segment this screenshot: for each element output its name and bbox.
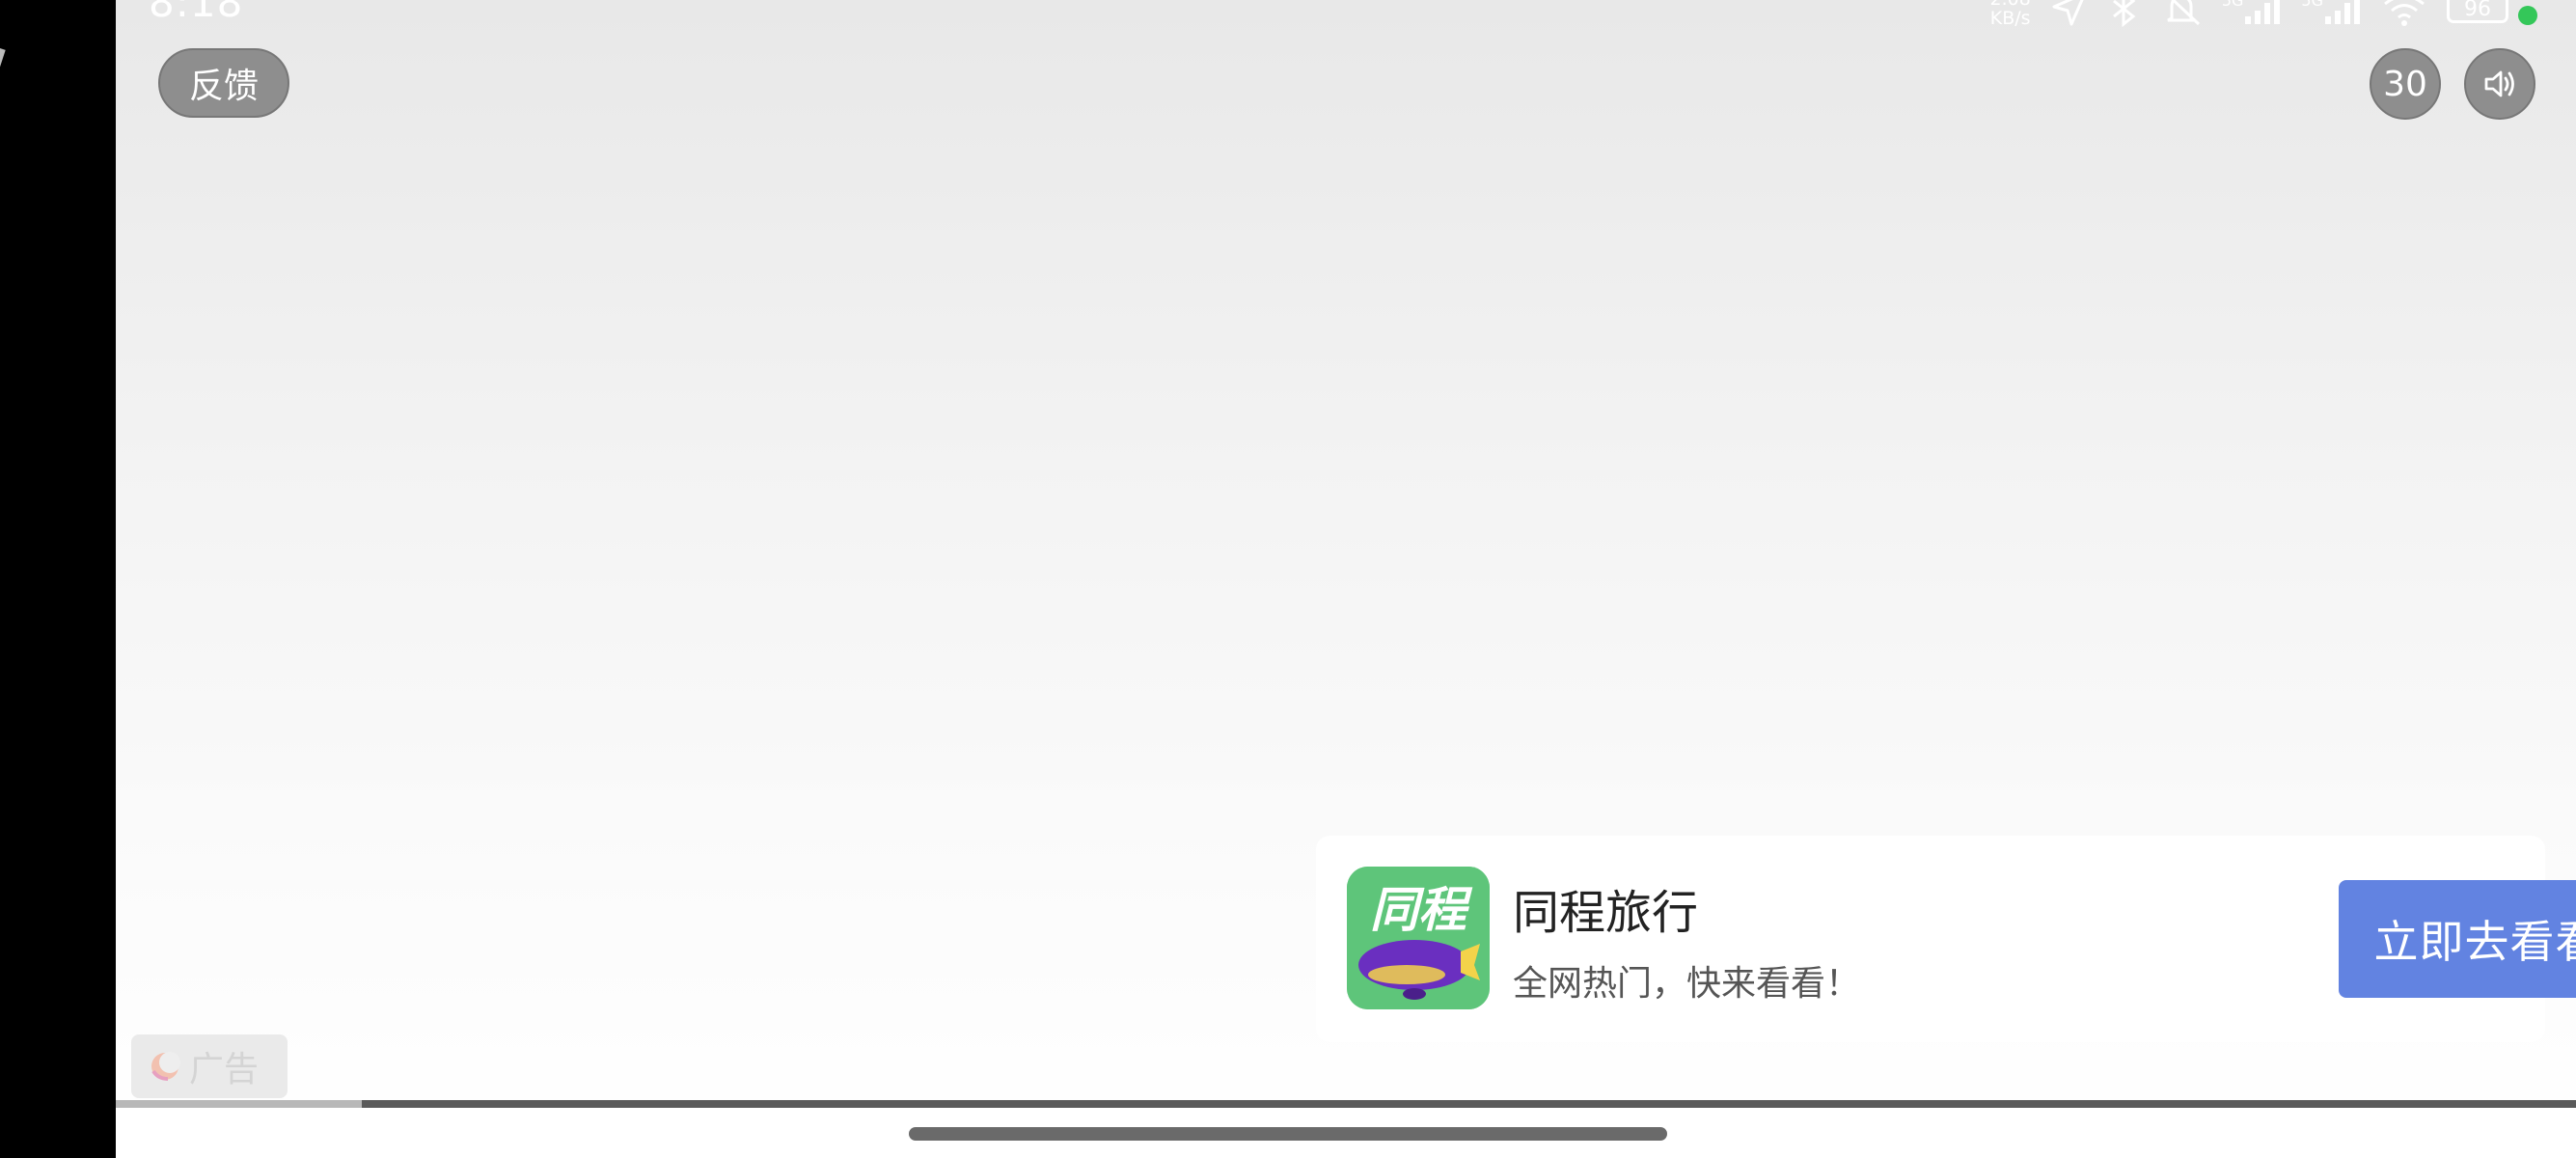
feedback-button[interactable]: 反馈 — [158, 48, 289, 118]
ad-card[interactable]: 同程 同程旅行 全网热门，快来看看！ 立即去看看 — [1316, 836, 2576, 1042]
ad-logo-icon — [149, 1050, 181, 1083]
network-speed-unit: KB/s — [1989, 8, 2031, 29]
location-icon — [2050, 0, 2089, 28]
network-speed: 2.08 KB/s — [1990, 0, 2031, 28]
status-time: 8:18 — [149, 0, 244, 26]
wifi-icon — [2381, 0, 2427, 27]
privacy-indicator-dot — [2518, 6, 2537, 25]
sound-toggle-button[interactable] — [2464, 48, 2535, 120]
ad-badge-label: 广告 — [189, 1050, 260, 1089]
mute-icon — [2160, 0, 2203, 28]
signal-icon: 5G — [2301, 0, 2362, 26]
bluetooth-icon — [2108, 0, 2141, 28]
app-icon[interactable]: 同程 — [1347, 867, 1490, 1009]
status-bar-icons: 2.08 KB/s 5G 5G 96 — [1990, 0, 2537, 31]
signal-label: 5G — [2301, 0, 2323, 10]
view-now-button[interactable]: 立即去看看 — [2339, 880, 2576, 998]
battery-level: 96 — [2447, 0, 2508, 23]
edge-swipe-mark — [0, 48, 6, 105]
countdown-timer: 30 — [2370, 48, 2441, 120]
app-name: 同程旅行 — [1513, 886, 1699, 940]
home-indicator[interactable] — [909, 1127, 1667, 1141]
ad-badge: 广告 — [131, 1034, 288, 1098]
app-icon-text: 同程 — [1370, 882, 1473, 938]
video-progress-bar — [116, 1100, 2576, 1108]
signal-label: 5G — [2221, 0, 2244, 10]
app-slogan: 全网热门，快来看看！ — [1513, 964, 1861, 1004]
battery-icon: 96 — [2447, 0, 2537, 25]
signal-icon: 5G — [2222, 0, 2283, 26]
video-progress-fill — [116, 1100, 362, 1108]
speaker-icon — [2480, 65, 2519, 103]
bottom-bar — [116, 1108, 2576, 1158]
ad-video-screen: 8:18 2.08 KB/s 5G 5G 96 反馈 3 — [116, 0, 2576, 1158]
